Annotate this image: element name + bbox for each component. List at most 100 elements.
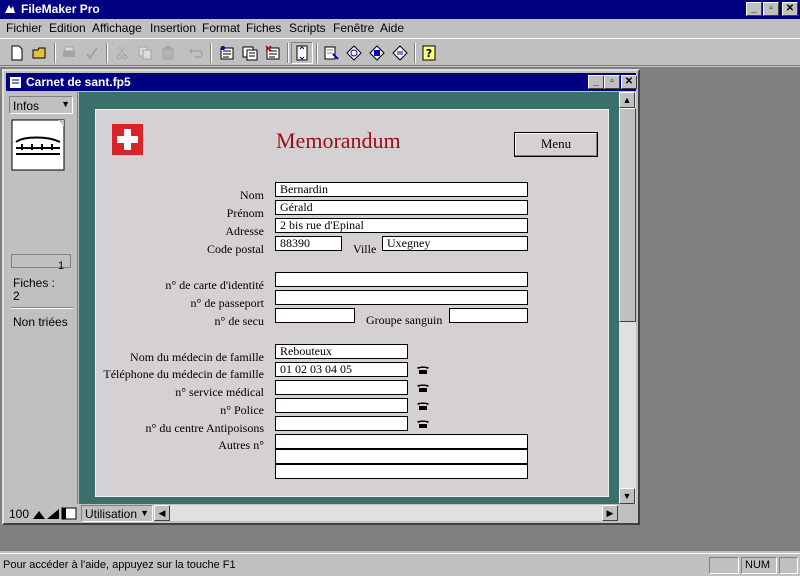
menu-fichier[interactable]: Fichier [6,21,42,35]
svg-text:?: ? [426,47,432,60]
scroll-up-button[interactable]: ▲ [619,92,635,108]
field-autres-3[interactable] [275,464,528,479]
field-adresse[interactable]: 2 bis rue d'Epinal [275,218,528,233]
label-secu: n° de secu [214,314,264,328]
paste-icon[interactable] [157,42,179,64]
preview-mode-icon[interactable] [389,42,411,64]
field-antipoisons[interactable] [275,416,408,431]
document-title-bar: Carnet de sant.fp5 _ ▫ ✕ [6,73,637,91]
label-service-medical: n° service médical [175,385,264,399]
new-record-icon[interactable] [216,42,238,64]
zoom-in-icon[interactable] [46,507,60,520]
scroll-left-button[interactable]: ◀ [154,505,170,521]
label-medecin-nom: Nom du médecin de famille [130,350,264,364]
label-ville: Ville [353,242,377,256]
current-record-number: 1 [58,260,65,272]
minimize-button[interactable]: _ [746,2,762,16]
phone-icon[interactable] [416,419,430,429]
print-icon[interactable] [58,42,80,64]
doc-close-button[interactable]: ✕ [621,75,637,89]
scroll-down-button[interactable]: ▼ [619,488,635,504]
label-code-postal: Code postal [207,242,264,256]
field-medecin-tel[interactable]: 01 02 03 04 05 [275,362,408,377]
menu-aide[interactable]: Aide [380,21,404,35]
label-adresse: Adresse [225,224,264,238]
field-passeport[interactable] [275,290,528,305]
menu-button[interactable]: Menu [514,132,598,157]
field-nom[interactable]: Bernardin [275,182,528,197]
menu-bar: Fichier Edition Affichage Insertion Form… [0,19,800,38]
chevron-down-icon: ▼ [61,99,70,109]
browse-mode-icon[interactable] [320,42,342,64]
delete-record-icon[interactable] [262,42,284,64]
sort-icon[interactable] [291,42,313,64]
doc-maximize-button[interactable]: ▫ [604,75,620,89]
chevron-down-icon: ▼ [140,508,149,518]
label-passeport: n° de passeport [190,296,264,310]
menu-format[interactable]: Format [202,21,240,35]
sort-status: Non triées [13,315,68,329]
layout-selector[interactable]: Infos ▼ [9,96,73,114]
maximize-button[interactable]: ▫ [763,2,779,16]
status-area-toggle-icon[interactable] [61,507,77,520]
vertical-scrollbar[interactable]: ▲ ▼ [619,92,636,504]
menu-insertion[interactable]: Insertion [150,21,196,35]
document-icon [10,77,21,88]
swiss-cross-logo [112,124,143,155]
field-prenom[interactable]: Gérald [275,200,528,215]
status-text: Pour accéder à l'aide, appuyez sur la to… [3,559,236,571]
field-medecin-nom[interactable]: Rebouteux [275,344,408,359]
label-prenom: Prénom [226,206,264,220]
label-carte-identite: n° de carte d'identité [165,278,264,292]
field-code-postal[interactable]: 88390 [275,236,342,251]
label-antipoisons: n° du centre Antipoisons [145,421,264,435]
duplicate-record-icon[interactable] [239,42,261,64]
new-icon[interactable] [6,42,28,64]
status-area: Infos ▼ 1 Fiches : 2 Non triées [6,92,78,504]
doc-minimize-button[interactable]: _ [588,75,604,89]
undo-icon[interactable] [185,42,207,64]
field-autres-1[interactable] [275,434,528,449]
memorandum-card: Memorandum Menu Nom Bernardin Prénom Gér… [95,109,609,497]
layout-area: Memorandum Menu Nom Bernardin Prénom Gér… [79,92,619,504]
label-police: n° Police [220,403,264,417]
num-lock-indicator: NUM [741,557,777,574]
mode-selector[interactable]: Utilisation ▼ [81,505,153,522]
horizontal-scrollbar-track[interactable] [170,505,602,521]
find-mode-icon[interactable] [343,42,365,64]
status-pane-resize [779,557,798,574]
copy-icon[interactable] [134,42,156,64]
open-icon[interactable] [29,42,51,64]
phone-icon[interactable] [416,365,430,375]
field-carte-identite[interactable] [275,272,528,287]
field-ville[interactable]: Uxegney [382,236,528,251]
close-button[interactable]: ✕ [782,2,798,16]
field-groupe-sanguin[interactable] [449,308,528,323]
menu-fenetre[interactable]: Fenêtre [333,21,374,35]
phone-icon[interactable] [416,401,430,411]
menu-affichage[interactable]: Affichage [92,21,142,35]
field-autres-2[interactable] [275,449,528,464]
record-book-icon[interactable] [10,118,70,174]
cut-icon[interactable] [111,42,133,64]
field-secu[interactable] [275,308,355,323]
layout-mode-icon[interactable] [366,42,388,64]
help-icon[interactable]: ? [418,42,440,64]
phone-icon[interactable] [416,383,430,393]
scroll-right-button[interactable]: ▶ [602,505,618,521]
app-title-bar: FileMaker Pro _ ▫ ✕ [0,0,800,19]
records-label: Fiches : [13,276,56,290]
document-bottom-bar: 100 Utilisation ▼ ◀ ▶ [6,505,638,522]
label-autres: Autres n° [218,438,264,452]
divider [11,307,73,309]
layout-selector-value: Infos [13,99,40,113]
field-police[interactable] [275,398,408,413]
menu-fiches[interactable]: Fiches [246,21,281,35]
scroll-thumb[interactable] [619,108,636,322]
zoom-out-icon[interactable] [32,507,46,520]
spellcheck-icon[interactable] [81,42,103,64]
menu-edition[interactable]: Edition [49,21,86,35]
menu-scripts[interactable]: Scripts [289,21,326,35]
label-groupe-sanguin: Groupe sanguin [366,313,443,327]
field-service-medical[interactable] [275,380,408,395]
